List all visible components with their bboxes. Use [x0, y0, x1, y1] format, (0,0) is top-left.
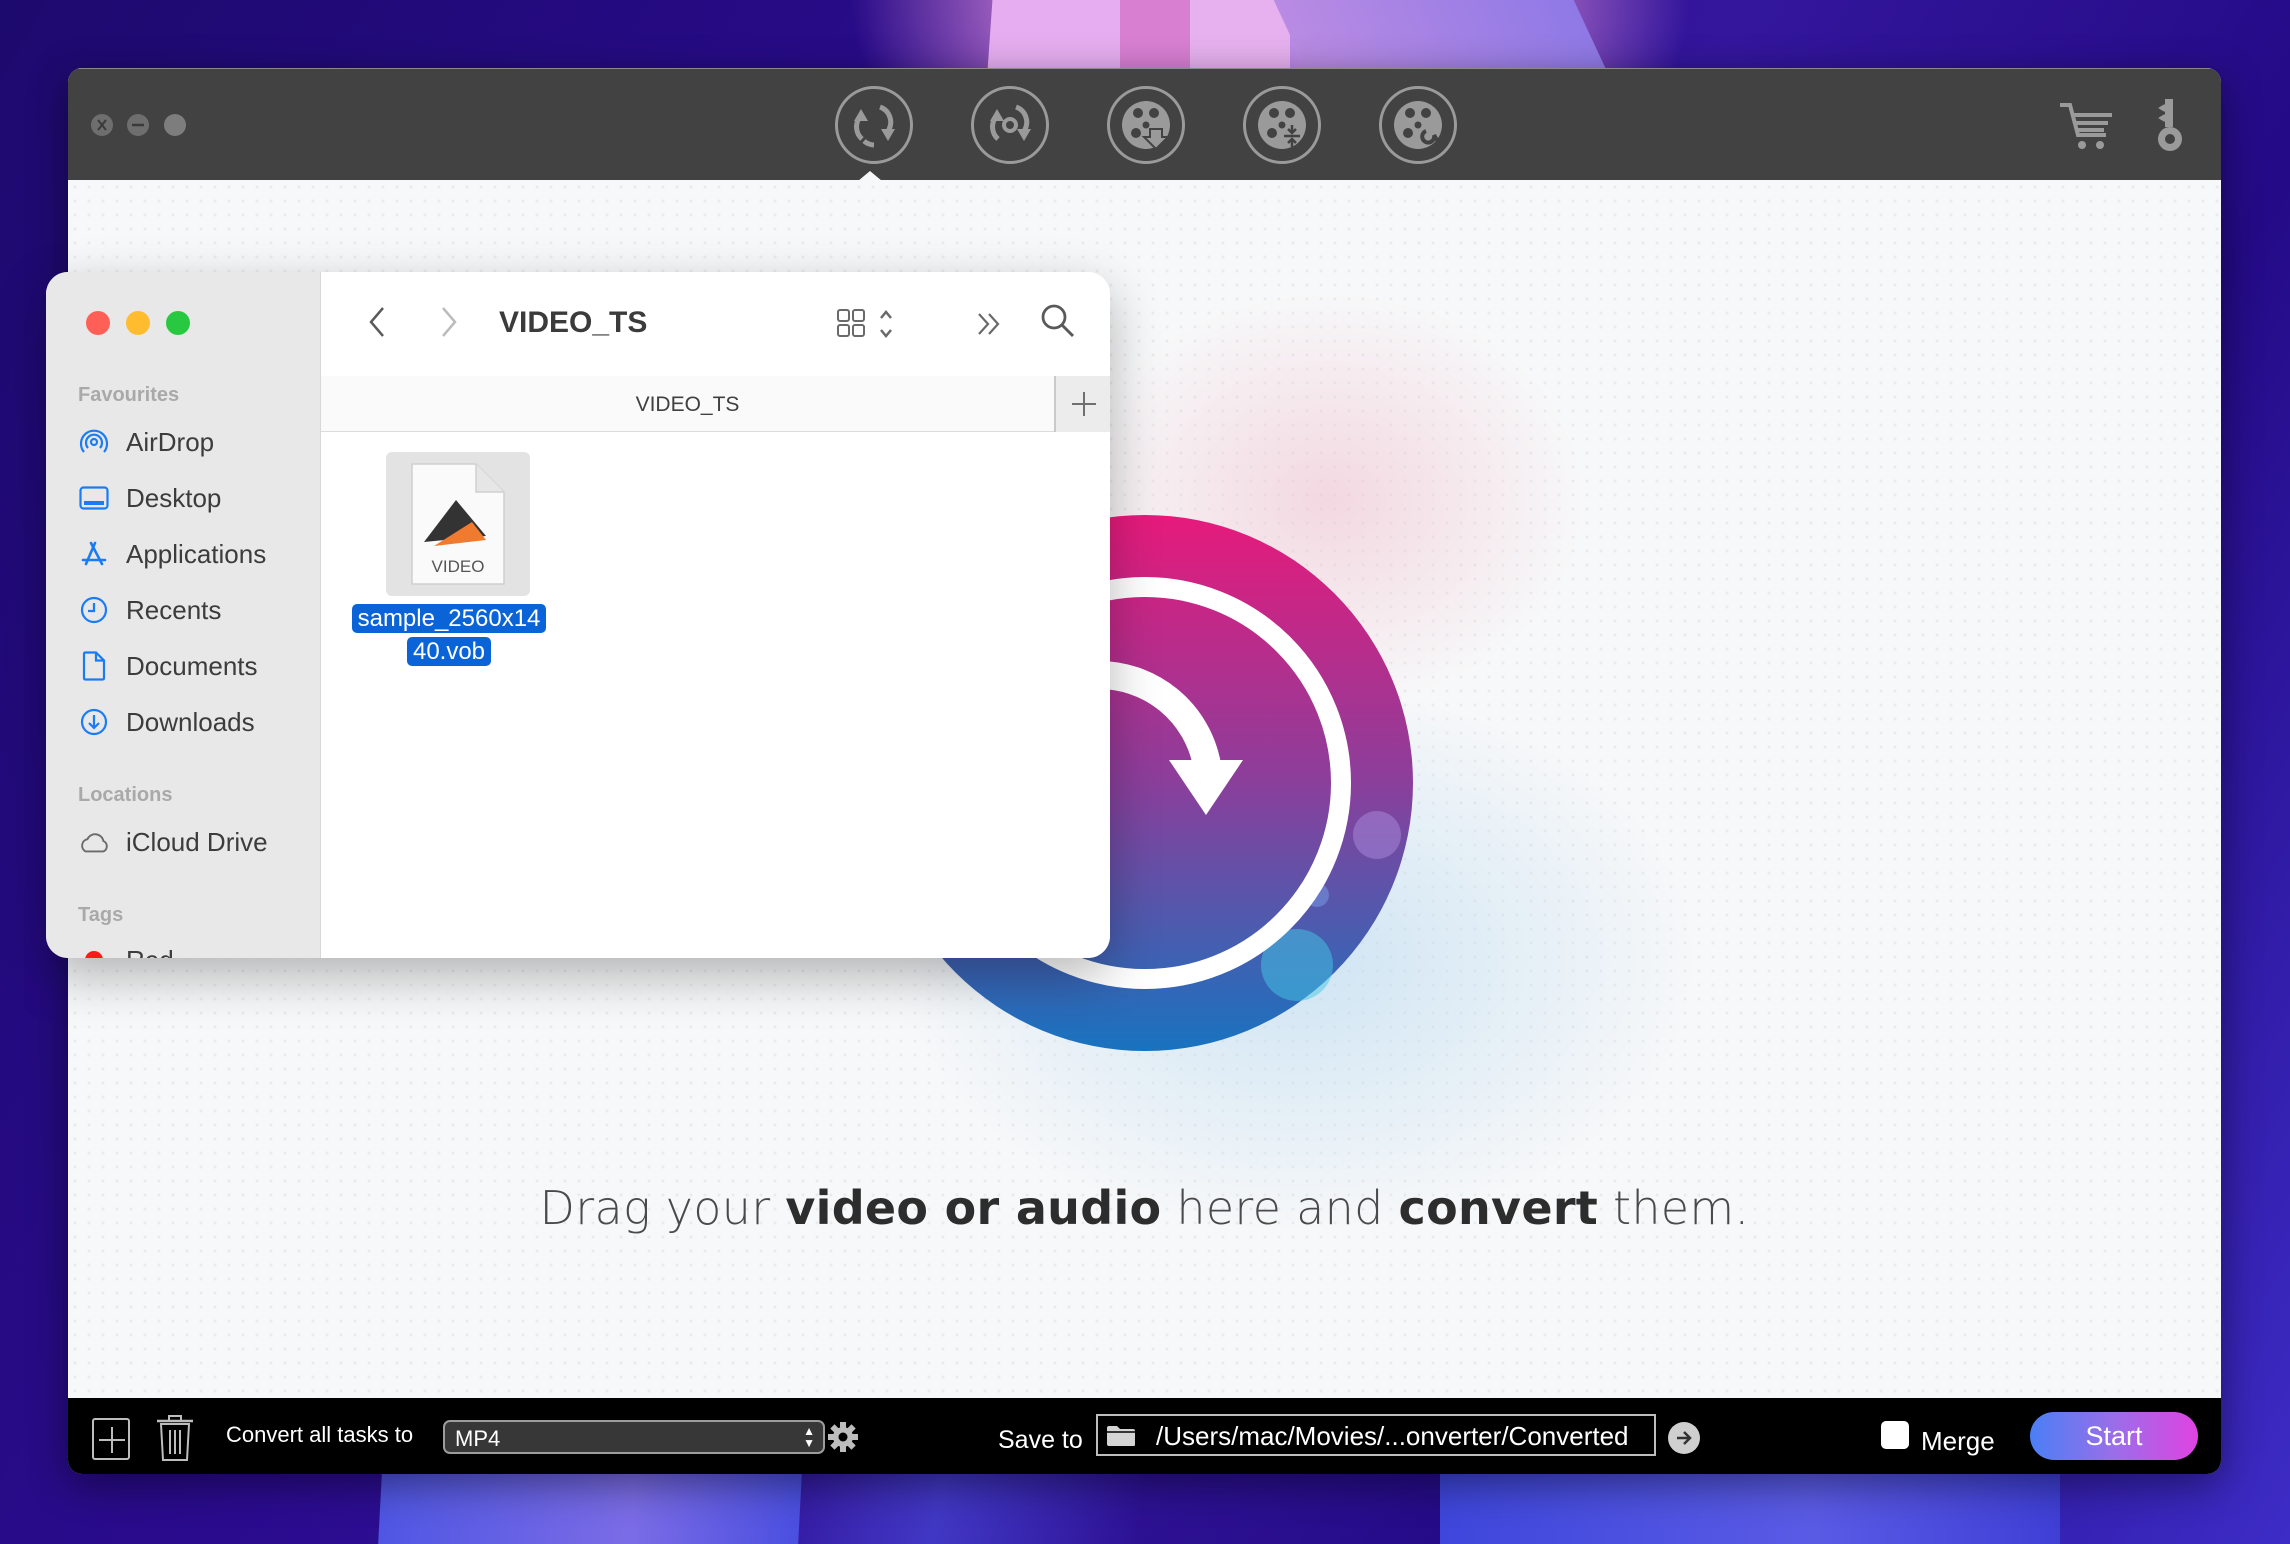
- wallpaper-streak: [1440, 1474, 2060, 1544]
- compress-tool-button[interactable]: [1243, 86, 1321, 164]
- select-stepper-icon: ▲ ▼: [803, 1424, 815, 1450]
- file-name-line: 40.vob: [406, 637, 492, 666]
- bottom-bar: Convert all tasks to MP4 ▲ ▼ Save to /Use…: [68, 1398, 2221, 1474]
- save-to-label: Save to: [998, 1426, 1083, 1454]
- wallpaper-streak: [378, 1474, 802, 1544]
- sidebar-item-label: AirDrop: [126, 426, 215, 457]
- applications-icon: [78, 540, 110, 568]
- forward-button[interactable]: [433, 302, 463, 342]
- clock-icon: [78, 596, 110, 624]
- convert-tool-button[interactable]: [835, 86, 913, 164]
- sidebar-item-label: Downloads: [126, 706, 255, 737]
- toolbox-tool-button[interactable]: [1379, 86, 1457, 164]
- back-button[interactable]: [363, 302, 393, 342]
- airdrop-icon: [78, 428, 110, 456]
- window-close-button[interactable]: [91, 114, 113, 136]
- toolbar-overflow-icon[interactable]: [971, 308, 1007, 340]
- finder-window: Favourites AirDrop Desktop Applications: [46, 272, 1110, 958]
- search-icon[interactable]: [1038, 301, 1078, 341]
- instruction-emphasis: convert: [1398, 1181, 1599, 1235]
- sidebar-item-label: Recents: [126, 594, 222, 625]
- film-reel-compress-icon: [1258, 101, 1306, 149]
- sidebar-item-recents[interactable]: Recents: [78, 590, 313, 630]
- new-tab-button[interactable]: [1054, 376, 1110, 432]
- sidebar-item-label: Red: [126, 945, 174, 959]
- window-zoom-button[interactable]: [164, 114, 186, 136]
- file-name-label: sample_2560x14 40.vob: [344, 602, 554, 668]
- open-output-folder-button[interactable]: [1668, 1422, 1700, 1454]
- wallpaper-streak: [987, 0, 1183, 70]
- finder-zoom-button[interactable]: [166, 311, 190, 335]
- view-mode-button[interactable]: [835, 304, 905, 344]
- convert-arrows-icon: [854, 104, 895, 148]
- arrow-right-icon: [1677, 1431, 1692, 1445]
- merge-label: Merge: [1921, 1426, 1995, 1456]
- finder-folder-title: VIDEO_TS: [499, 306, 648, 339]
- disc-rotate-icon: [990, 104, 1031, 141]
- sidebar-item-label: Applications: [126, 538, 267, 569]
- save-path-value: /Users/mac/Movies/...onverter/Converted: [1156, 1421, 1629, 1451]
- document-icon: [78, 651, 110, 681]
- sidebar-section-tags: Tags: [78, 904, 124, 926]
- save-path-field[interactable]: /Users/mac/Movies/...onverter/Converted: [1096, 1414, 1656, 1456]
- film-reel-download-icon: [1122, 101, 1171, 151]
- drop-zone-instructions: Drag your video or audio here and conver…: [68, 1181, 2221, 1235]
- finder-close-button[interactable]: [86, 311, 110, 335]
- finder-sidebar: Favourites AirDrop Desktop Applications: [46, 272, 321, 958]
- wallpaper-streak: [1190, 0, 1290, 70]
- file-name-line: sample_2560x14: [351, 604, 547, 633]
- file-icon-label: VIDEO: [432, 557, 485, 576]
- sidebar-section-locations: Locations: [78, 784, 173, 806]
- instruction-text: them.: [1598, 1181, 1750, 1235]
- instruction-text: Drag your: [539, 1181, 786, 1235]
- wallpaper-streak: [1120, 0, 1210, 70]
- window-minimize-button[interactable]: [127, 114, 149, 136]
- desktop-icon: [78, 484, 110, 512]
- finder-tab-title[interactable]: VIDEO_TS: [321, 393, 1054, 417]
- add-file-button[interactable]: [92, 1418, 130, 1460]
- video-file-icon: VIDEO: [411, 463, 505, 585]
- instruction-emphasis: video or audio: [785, 1181, 1162, 1235]
- download-icon: [78, 708, 110, 736]
- trash-icon[interactable]: [155, 1414, 195, 1462]
- sidebar-item-tag-red[interactable]: Red: [78, 940, 313, 958]
- app-titlebar: [68, 68, 2221, 181]
- finder-tab-bar: VIDEO_TS: [321, 376, 1110, 432]
- wallpaper-streak: [1273, 0, 1607, 70]
- finder-minimize-button[interactable]: [126, 311, 150, 335]
- rip-disc-tool-button[interactable]: [971, 86, 1049, 164]
- output-format-select[interactable]: MP4 ▲ ▼: [443, 1420, 825, 1454]
- sidebar-item-applications[interactable]: Applications: [78, 534, 313, 574]
- sidebar-item-label: Desktop: [126, 482, 222, 513]
- sidebar-item-label: iCloud Drive: [126, 826, 268, 857]
- sidebar-item-documents[interactable]: Documents: [78, 646, 313, 686]
- convert-all-label: Convert all tasks to: [226, 1422, 414, 1447]
- tag-color-dot: [78, 946, 110, 958]
- cloud-icon: [78, 828, 110, 856]
- film-reel-wrench-icon: [1394, 101, 1442, 149]
- merge-checkbox[interactable]: [1881, 1421, 1909, 1449]
- sidebar-item-label: Documents: [126, 650, 258, 681]
- sidebar-item-downloads[interactable]: Downloads: [78, 702, 313, 742]
- instruction-text: here and: [1161, 1181, 1399, 1235]
- sidebar-item-desktop[interactable]: Desktop: [78, 478, 313, 518]
- finder-toolbar: VIDEO_TS: [321, 272, 1110, 376]
- cart-icon[interactable]: [2058, 99, 2118, 151]
- output-format-value: MP4: [455, 1426, 501, 1451]
- key-icon[interactable]: [2153, 97, 2187, 153]
- download-tool-button[interactable]: [1107, 86, 1185, 164]
- finder-main: VIDEO_TS VIDEO_TS VIDEO sample_2560x14 4…: [321, 272, 1110, 958]
- sidebar-section-favourites: Favourites: [78, 384, 180, 406]
- gear-icon[interactable]: [828, 1422, 858, 1452]
- folder-icon: [1107, 1426, 1135, 1446]
- file-thumbnail: VIDEO: [386, 452, 530, 596]
- start-button[interactable]: Start: [2030, 1412, 2198, 1460]
- sidebar-item-icloud-drive[interactable]: iCloud Drive: [78, 822, 313, 862]
- sidebar-item-airdrop[interactable]: AirDrop: [78, 422, 313, 462]
